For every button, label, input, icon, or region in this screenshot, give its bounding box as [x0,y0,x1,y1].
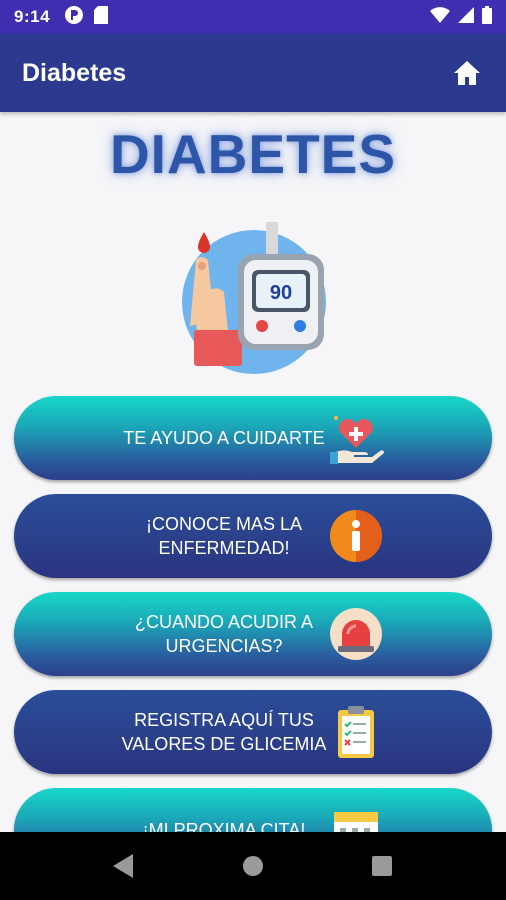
next-appointment-button[interactable]: ¡MI PROXIMA CITA! [14,788,492,832]
care-button[interactable]: TE AYUDO A CUIDARTE [14,396,492,480]
nav-home-button[interactable] [233,846,273,886]
app-bar: Diabetes [0,34,506,112]
battery-icon [482,5,492,29]
page-title: DIABETES [109,123,397,185]
notification-p-icon [64,5,84,30]
home-button[interactable] [450,56,484,90]
learn-disease-button-label: ¡CONOCE MAS LA ENFERMEDAD! [145,514,303,558]
care-button-label: TE AYUDO A CUIDARTE [123,428,325,448]
sd-card-icon [94,5,109,29]
register-glucose-button[interactable]: REGISTRA AQUÍ TUS VALORES DE GLICEMIA [14,690,492,774]
heart-care-icon [330,416,384,464]
glucose-meter-icon: 90 [182,222,326,374]
emergency-siren-icon [330,608,382,660]
nav-recents-button[interactable] [362,846,402,886]
learn-disease-button[interactable]: ¡CONOCE MAS LA ENFERMEDAD! [14,494,492,578]
emergency-button-label: ¿CUANDO ACUDIR A URGENCIAS? [134,612,314,656]
wifi-icon [430,6,450,28]
calendar-icon [334,812,378,832]
clipboard-checklist-icon [338,706,374,758]
status-bar: 9:14 [0,0,506,34]
emergency-button[interactable]: ¿CUANDO ACUDIR A URGENCIAS? [14,592,492,676]
status-time: 9:14 [14,7,51,26]
register-glucose-button-label: REGISTRA AQUÍ TUS VALORES DE GLICEMIA [121,710,327,754]
main-content: DIABETES 90 TE AYUDO A CUIDARTE ¡CONOCE … [0,112,506,832]
app-title: Diabetes [22,58,127,87]
home-circle-icon [242,856,263,876]
meter-reading: 90 [270,282,292,304]
signal-icon [458,6,474,28]
recents-icon [371,856,392,876]
system-nav-bar [0,832,506,900]
nav-back-button[interactable] [104,846,144,886]
back-icon [113,854,134,878]
info-icon [330,510,382,562]
next-appointment-button-label: ¡MI PROXIMA CITA! [142,820,306,832]
home-icon [454,61,480,85]
